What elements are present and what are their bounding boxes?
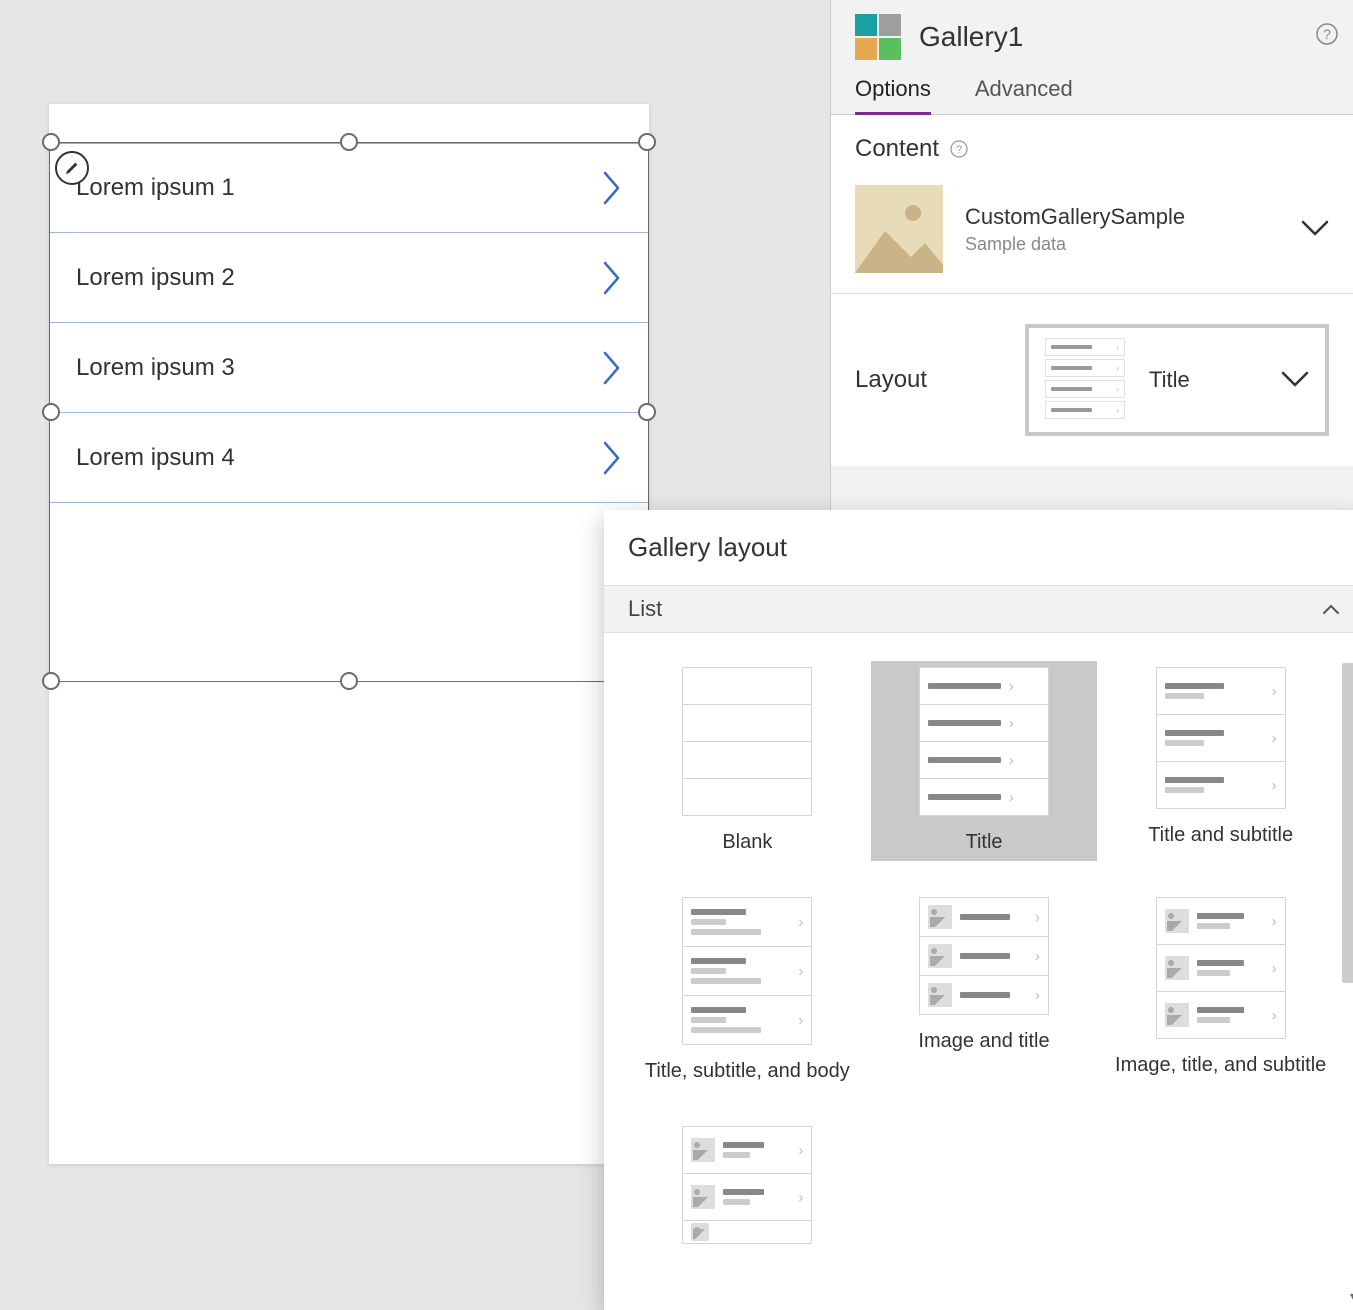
flyout-group-label: List bbox=[628, 596, 662, 622]
flyout-scroll-area[interactable]: Blank › › › › Title › › › Title and bbox=[604, 633, 1353, 1310]
selection-handle[interactable] bbox=[340, 133, 358, 151]
svg-text:?: ? bbox=[1323, 26, 1331, 42]
layout-option-label: Title bbox=[965, 829, 1002, 855]
selection-handle[interactable] bbox=[42, 133, 60, 151]
edit-template-button[interactable] bbox=[55, 151, 89, 185]
chevron-right-icon[interactable] bbox=[602, 441, 622, 475]
data-source-name: CustomGallerySample bbox=[965, 204, 1185, 230]
screen-card: Lorem ipsum 1 Lorem ipsum 2 Lorem ipsum … bbox=[49, 104, 649, 1164]
layout-option-label: Blank bbox=[722, 829, 772, 855]
chevron-right-icon[interactable] bbox=[602, 171, 622, 205]
svg-text:?: ? bbox=[956, 144, 962, 156]
gallery-type-icon bbox=[855, 14, 901, 60]
layout-option-label: Title and subtitle bbox=[1148, 822, 1293, 848]
layout-option-thumb: › › › bbox=[919, 897, 1049, 1014]
layout-option-title[interactable]: › › › › Title bbox=[871, 661, 1098, 861]
layout-option-title-subtitle[interactable]: › › › Title and subtitle bbox=[1107, 661, 1334, 861]
selection-handle[interactable] bbox=[340, 672, 358, 690]
layout-option-thumb: › › › › bbox=[919, 667, 1049, 815]
layout-section: Layout › › › › Title bbox=[831, 294, 1353, 466]
content-section: Content ? CustomGallerySample Sample dat… bbox=[831, 115, 1353, 294]
chevron-up-icon bbox=[1322, 603, 1340, 615]
chevron-right-icon[interactable] bbox=[602, 351, 622, 385]
layout-option-thumb: › › › bbox=[1156, 897, 1286, 1038]
layout-option-partial[interactable]: › › bbox=[634, 1120, 861, 1289]
chevron-down-icon[interactable] bbox=[1301, 220, 1329, 238]
gallery-control[interactable]: Lorem ipsum 1 Lorem ipsum 2 Lorem ipsum … bbox=[49, 142, 649, 682]
flyout-group-header[interactable]: List bbox=[604, 585, 1353, 633]
layout-option-image-title[interactable]: › › › Image and title bbox=[871, 891, 1098, 1090]
tab-advanced[interactable]: Advanced bbox=[975, 76, 1073, 114]
data-source-text: CustomGallerySample Sample data bbox=[965, 204, 1185, 255]
selection-handle[interactable] bbox=[42, 403, 60, 421]
gallery-item-title: Lorem ipsum 1 bbox=[76, 174, 235, 202]
pencil-icon bbox=[64, 160, 80, 176]
gallery-item[interactable]: Lorem ipsum 1 bbox=[50, 143, 648, 233]
content-heading: Content bbox=[855, 135, 939, 163]
selection-handle[interactable] bbox=[638, 403, 656, 421]
layout-option-label: Image, title, and subtitle bbox=[1115, 1052, 1326, 1078]
selection-handle[interactable] bbox=[42, 672, 60, 690]
layout-option-blank[interactable]: Blank bbox=[634, 661, 861, 861]
layout-option-image-title-subtitle[interactable]: › › › Image, title, and subtitle bbox=[1107, 891, 1334, 1090]
gallery-item[interactable]: Lorem ipsum 3 bbox=[50, 323, 648, 413]
layout-dropdown[interactable]: › › › › Title bbox=[1025, 324, 1329, 436]
help-icon[interactable]: ? bbox=[949, 139, 969, 159]
data-source-picker[interactable]: CustomGallerySample Sample data bbox=[855, 185, 1329, 273]
layout-option-label: Image and title bbox=[918, 1028, 1049, 1054]
chevron-right-icon[interactable] bbox=[602, 261, 622, 295]
layout-thumb-icon: › › › › bbox=[1045, 338, 1125, 422]
gallery-item[interactable]: Lorem ipsum 4 bbox=[50, 413, 648, 503]
chevron-down-icon bbox=[1281, 371, 1309, 389]
layout-option-label: Title, subtitle, and body bbox=[645, 1058, 850, 1084]
layout-label: Layout bbox=[855, 366, 1005, 394]
gallery-item-title: Lorem ipsum 4 bbox=[76, 444, 235, 472]
flyout-title: Gallery layout bbox=[604, 510, 1353, 585]
gallery-item-title: Lorem ipsum 3 bbox=[76, 354, 235, 382]
layout-selected-label: Title bbox=[1149, 367, 1190, 393]
image-placeholder-icon bbox=[855, 185, 943, 273]
tabs: Options Advanced bbox=[831, 68, 1353, 115]
layout-option-thumb bbox=[682, 667, 812, 815]
panel-title: Gallery1 bbox=[919, 21, 1023, 53]
help-icon[interactable]: ? bbox=[1315, 22, 1339, 46]
layout-option-thumb: › › › bbox=[682, 897, 812, 1044]
gallery-item-title: Lorem ipsum 2 bbox=[76, 264, 235, 292]
panel-header: Gallery1 ? bbox=[831, 0, 1353, 68]
layout-option-title-subtitle-body[interactable]: › › › Title, subtitle, and body bbox=[634, 891, 861, 1090]
gallery-item[interactable]: Lorem ipsum 2 bbox=[50, 233, 648, 323]
scrollbar-thumb[interactable] bbox=[1342, 663, 1353, 983]
layout-option-thumb: › › › bbox=[1156, 667, 1286, 808]
data-source-subtitle: Sample data bbox=[965, 234, 1185, 255]
layout-flyout: Gallery layout List Blank › › bbox=[604, 510, 1353, 1310]
tab-options[interactable]: Options bbox=[855, 76, 931, 115]
layout-option-thumb: › › bbox=[682, 1126, 812, 1243]
selection-handle[interactable] bbox=[638, 133, 656, 151]
